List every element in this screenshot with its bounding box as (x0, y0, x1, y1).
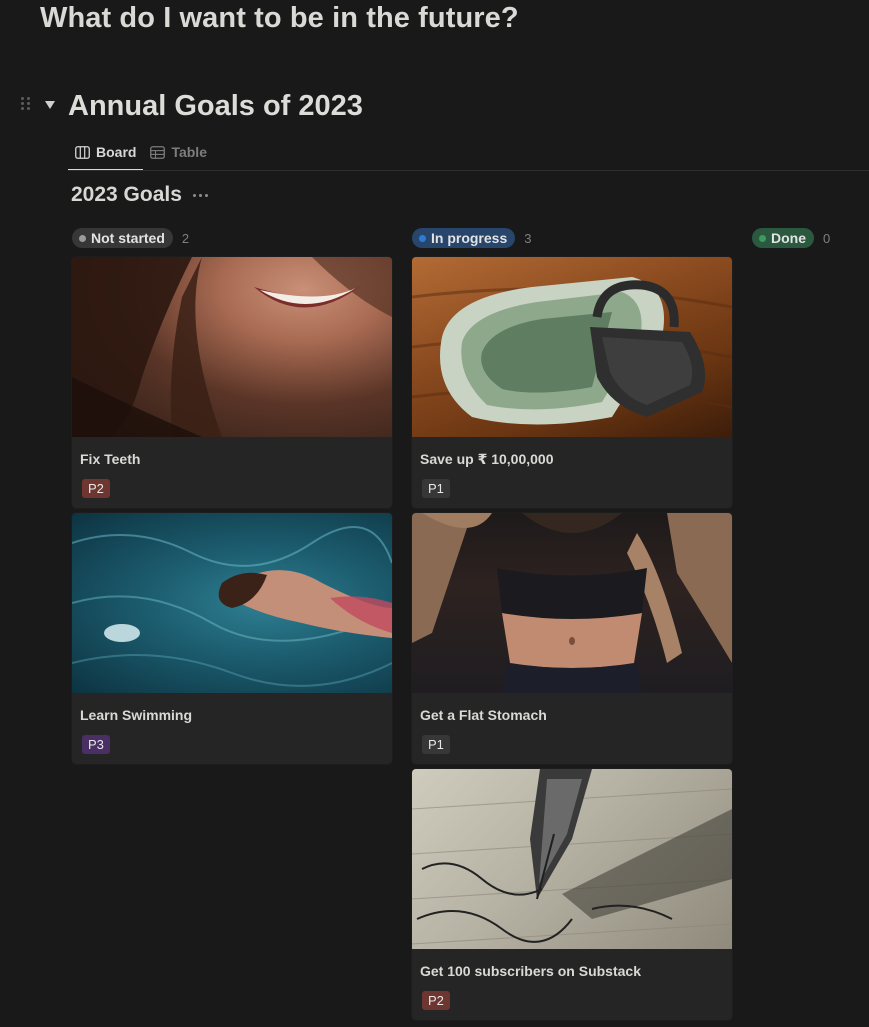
card-fix-teeth[interactable]: Fix Teeth P2 (72, 257, 392, 508)
board-view-icon (75, 145, 90, 159)
tab-table-label: Table (171, 144, 207, 160)
view-tabs: Board Table (68, 138, 214, 171)
card-learn-swimming[interactable]: Learn Swimming P3 (72, 513, 392, 764)
column-header: Done 0 (752, 228, 862, 248)
card-title: Save up ₹ 10,00,000 (420, 451, 554, 467)
priority-tag: P2 (422, 991, 450, 1010)
more-options-icon[interactable] (190, 190, 211, 201)
status-label: Not started (91, 230, 165, 246)
card-cover-image (72, 257, 392, 437)
priority-tag: P3 (82, 735, 110, 754)
status-dot-icon (759, 234, 766, 242)
column-header: Not started 2 (72, 228, 392, 248)
status-label: Done (771, 230, 806, 246)
drag-handle-icon[interactable] (21, 97, 31, 115)
card-cover-image (412, 513, 732, 693)
card-cover-image (72, 513, 392, 693)
tab-board-label: Board (96, 144, 137, 160)
priority-tag: P2 (82, 479, 110, 498)
column-count: 3 (524, 230, 532, 246)
priority-tag: P1 (422, 735, 450, 754)
card-title: Get a Flat Stomach (420, 707, 547, 723)
status-pill-in-progress[interactable]: In progress (412, 228, 516, 248)
toggle-caret-icon[interactable] (45, 101, 55, 109)
page-title: What do I want to be in the future? (40, 2, 519, 34)
card-title: Learn Swimming (80, 707, 193, 723)
card-substack[interactable]: Get 100 subscribers on Substack P2 (412, 769, 732, 1020)
board-column-done: Done 0 (752, 228, 862, 248)
section-heading: Annual Goals of 2023 (68, 90, 363, 122)
database-header: 2023 Goals (71, 183, 211, 207)
table-view-icon (150, 145, 166, 159)
status-pill-not-started[interactable]: Not started (72, 228, 173, 248)
column-count: 2 (181, 230, 190, 246)
status-dot-icon (79, 234, 86, 242)
card-cover-image (412, 257, 732, 437)
priority-tag: P1 (422, 479, 450, 498)
tab-table[interactable]: Table (143, 138, 214, 166)
column-count: 0 (823, 230, 831, 246)
card-cover-image (412, 769, 732, 949)
notion-page: What do I want to be in the future? Annu… (0, 0, 869, 1027)
card-flat-stomach[interactable]: Get a Flat Stomach P1 (412, 513, 732, 764)
card-title: Fix Teeth (80, 451, 141, 467)
status-dot-icon (419, 234, 426, 242)
tabs-divider (68, 170, 869, 171)
status-label: In progress (431, 230, 508, 246)
board-column-not-started: Not started 2 Fix Teeth P2 Learn Swimmin… (72, 228, 392, 764)
tab-board[interactable]: Board (68, 138, 144, 171)
card-title: Get 100 subscribers on Substack (420, 963, 641, 979)
card-save-up[interactable]: Save up ₹ 10,00,000 P1 (412, 257, 732, 508)
database-title[interactable]: 2023 Goals (71, 183, 182, 207)
status-pill-done[interactable]: Done (752, 228, 814, 248)
board-column-in-progress: In progress 3 Save up ₹ 10,00,000 P1 Get… (412, 228, 732, 1020)
column-header: In progress 3 (412, 228, 732, 248)
